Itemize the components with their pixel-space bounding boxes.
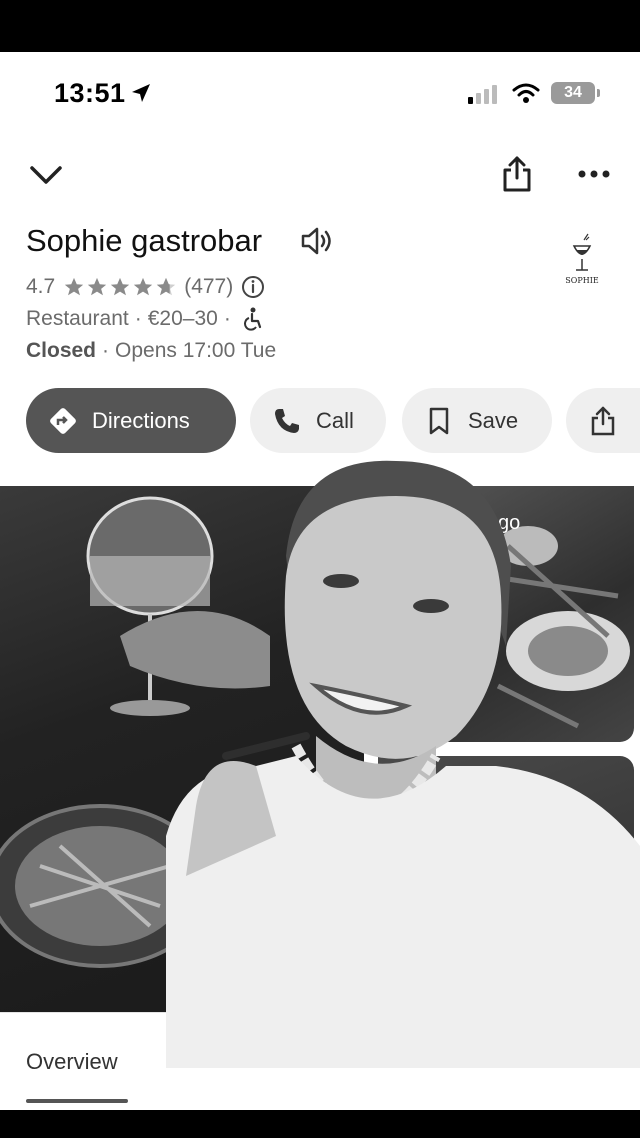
info-icon[interactable] bbox=[241, 275, 265, 299]
star-icon bbox=[88, 277, 107, 296]
tab-overview[interactable]: Overview bbox=[26, 1049, 118, 1075]
star-half-icon bbox=[157, 277, 176, 296]
price-range: €20–30 bbox=[147, 307, 218, 330]
speaker-icon[interactable] bbox=[300, 226, 334, 256]
category-row: Restaurant · €20–30 · bbox=[26, 304, 265, 334]
battery-indicator: 34 bbox=[551, 82, 600, 104]
status-bar: 13:51 34 bbox=[0, 52, 640, 138]
review-count[interactable]: (477) bbox=[184, 275, 233, 299]
place-title: Sophie gastrobar bbox=[26, 223, 263, 258]
restaurant-logo: SOPHIE bbox=[560, 232, 604, 288]
tab-active-indicator bbox=[26, 1099, 128, 1103]
chevron-down-icon[interactable] bbox=[28, 162, 64, 190]
location-arrow-icon bbox=[132, 84, 150, 102]
share-icon[interactable] bbox=[500, 154, 534, 194]
star-rating bbox=[63, 276, 178, 298]
wifi-icon bbox=[512, 83, 540, 103]
rating-row: 4.7 (477) bbox=[26, 272, 265, 302]
separator-dot: · bbox=[102, 339, 110, 362]
logo-text: SOPHIE bbox=[565, 276, 599, 285]
cellular-signal-icon bbox=[468, 85, 497, 104]
star-icon bbox=[134, 277, 153, 296]
top-black-bar bbox=[0, 0, 640, 52]
wheelchair-icon bbox=[243, 307, 261, 331]
opening-time: Opens 17:00 Tue bbox=[115, 339, 277, 362]
separator-dot: · bbox=[223, 307, 231, 330]
star-icon bbox=[111, 277, 130, 296]
status-time: 13:51 bbox=[54, 78, 126, 108]
category: Restaurant bbox=[26, 307, 129, 330]
rating-value: 4.7 bbox=[26, 275, 56, 298]
star-icon bbox=[65, 277, 84, 296]
directions-icon bbox=[50, 407, 76, 434]
separator-dot: · bbox=[134, 307, 142, 330]
more-horizontal-icon[interactable] bbox=[576, 164, 612, 184]
hours-row[interactable]: Closed · Opens 17:00 Tue bbox=[26, 336, 276, 366]
open-status: Closed bbox=[26, 339, 97, 362]
bottom-black-bar bbox=[0, 1110, 640, 1138]
video-overlay-person bbox=[166, 406, 640, 1068]
